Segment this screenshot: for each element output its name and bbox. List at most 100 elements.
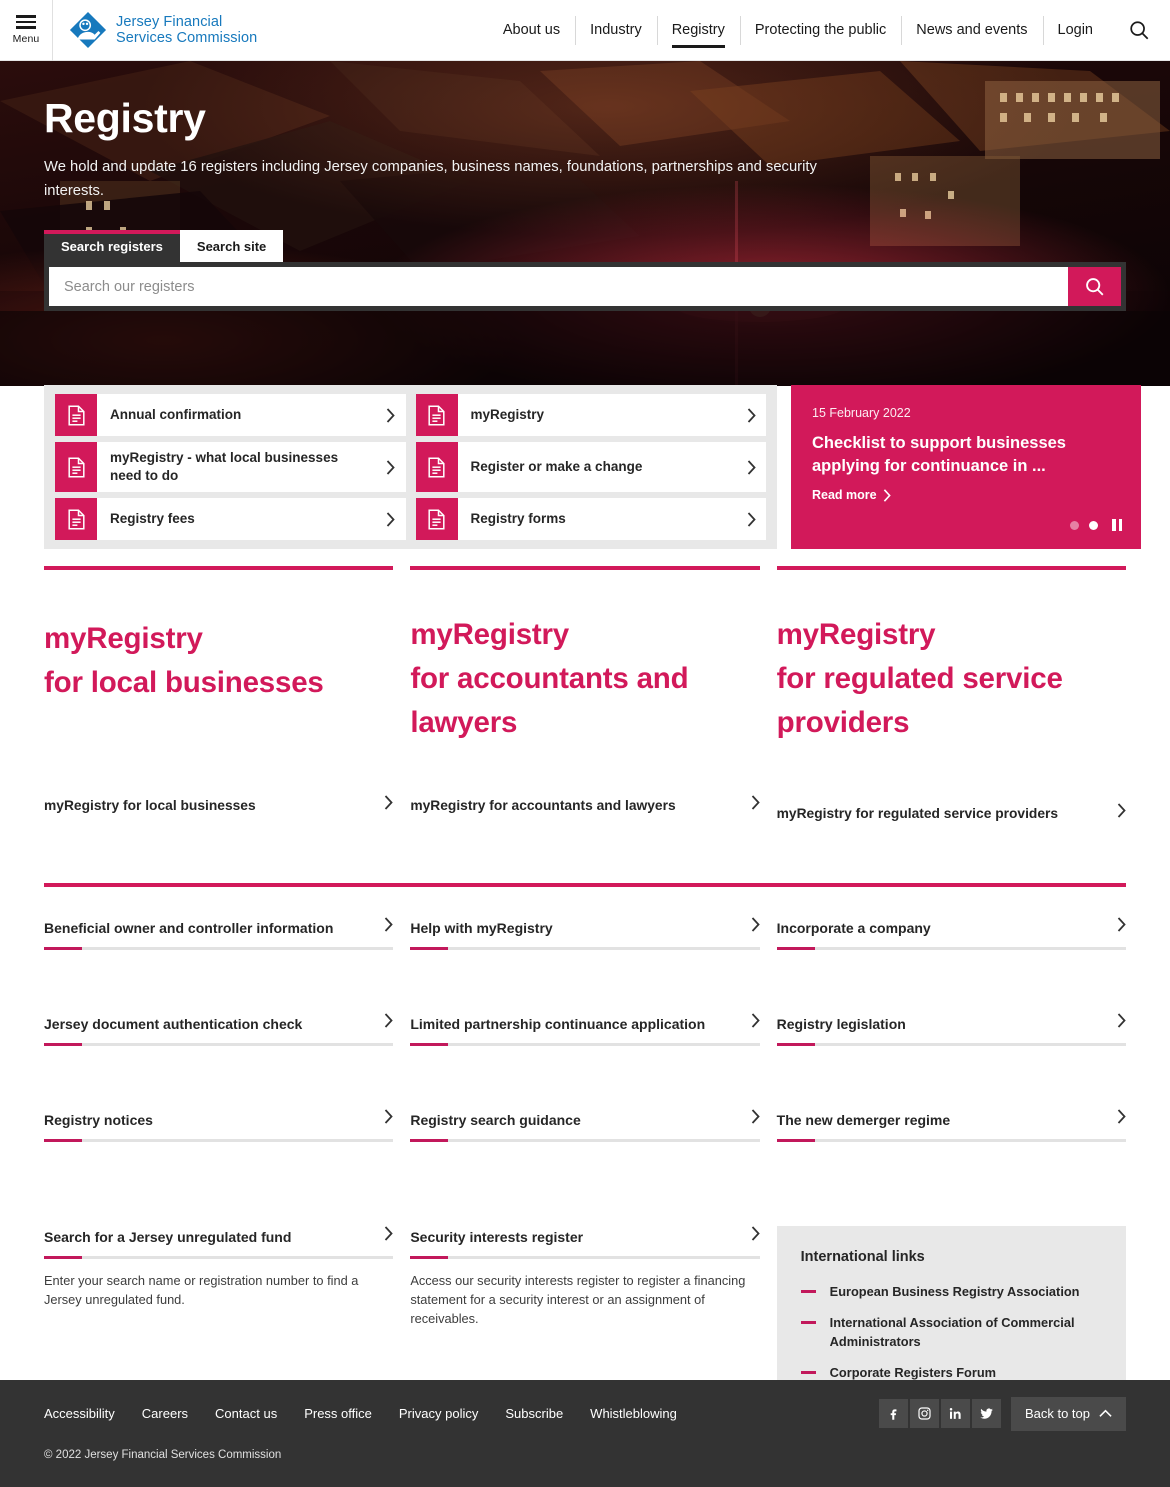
link-card-help-with-myregistry[interactable]: Help with myRegistry [410, 917, 760, 950]
search-submit-button[interactable] [1068, 267, 1121, 306]
promo-rule [44, 566, 394, 570]
link-card-label: Beneficial owner and controller informat… [44, 920, 334, 936]
link-card-the-new-demerger-regime[interactable]: The new demerger regime [776, 1109, 1126, 1142]
page-title: Registry [44, 95, 206, 141]
carousel-controls [1070, 519, 1122, 531]
nav-item-login[interactable]: Login [1042, 0, 1108, 61]
footer-link-privacy-policy[interactable]: Privacy policy [399, 1406, 478, 1421]
quicklink-myregistry-local-businesses[interactable]: myRegistry - what local businesses need … [55, 442, 406, 492]
promo-title: myRegistry for regulated service provide… [776, 618, 1063, 739]
link-card-label: Registry notices [44, 1112, 153, 1128]
promo-local-businesses[interactable]: myRegistry for local businesses myRegist… [44, 566, 394, 824]
link-card-rule [44, 1043, 394, 1046]
promo-rule [776, 566, 1126, 570]
link-card-rule [776, 1043, 1126, 1046]
footer-link-press-office[interactable]: Press office [304, 1406, 372, 1421]
back-to-top-label: Back to top [1024, 1406, 1090, 1421]
pause-icon[interactable] [1112, 519, 1122, 531]
jfsc-logo-icon [69, 11, 107, 49]
promo-link[interactable]: myRegistry for regulated service provide… [777, 777, 1126, 824]
link-card-beneficial-owner-and-controller-information[interactable]: Beneficial owner and controller informat… [44, 917, 394, 950]
promo-link-label: myRegistry for accountants and lawyers [410, 798, 676, 813]
link-card-incorporate-a-company[interactable]: Incorporate a company [776, 917, 1126, 950]
site-logo[interactable]: Jersey Financial Services Commission [69, 11, 257, 49]
chevron-right-icon [1117, 1109, 1126, 1124]
link-card-rule [410, 947, 760, 950]
document-icon [415, 394, 458, 436]
promo-link-label: myRegistry for local businesses [44, 798, 256, 813]
quicklink-label: Registry forms [470, 511, 566, 526]
quicklink-annual-confirmation[interactable]: Annual confirmation [55, 394, 406, 436]
link-card-jersey-document-authentication-check[interactable]: Jersey document authentication check [44, 1013, 394, 1046]
quicklink-registry-fees[interactable]: Registry fees [55, 498, 406, 540]
nav-item-registry[interactable]: Registry [656, 0, 740, 61]
document-icon [415, 442, 458, 492]
dash-icon [800, 1321, 816, 1324]
link-card-description: Access our security interests register t… [410, 1273, 746, 1326]
news-date: 15 February 2022 [812, 406, 911, 420]
instagram-icon[interactable] [909, 1399, 939, 1428]
link-card-label: Jersey document authentication check [44, 1016, 303, 1032]
quicklink-myregistry[interactable]: myRegistry [415, 394, 766, 436]
link-card-registry-legislation[interactable]: Registry legislation [776, 1013, 1126, 1046]
carousel-dot-1[interactable] [1070, 520, 1079, 530]
hamburger-icon [16, 15, 36, 29]
international-link-international-association-of-commercial-administrators[interactable]: International Association of Commercial … [800, 1313, 1102, 1351]
nav-item-industry[interactable]: Industry [575, 0, 657, 61]
link-card-description: Enter your search name or registration n… [44, 1273, 359, 1307]
promo-link[interactable]: myRegistry for local businesses [44, 769, 394, 824]
international-link-label: European Business Registry Association [829, 1284, 1080, 1299]
quicklink-label: myRegistry - what local businesses need … [110, 450, 339, 483]
primary-nav: About us Industry Registry Protecting th… [488, 0, 1108, 61]
site-header: Menu Jersey Financial Services Commissio… [0, 0, 1170, 61]
site-logo-text: Jersey Financial Services Commission [116, 13, 258, 47]
footer-link-subscribe[interactable]: Subscribe [505, 1406, 563, 1421]
quicklink-register-or-make-a-change[interactable]: Register or make a change [415, 442, 766, 492]
header-search-button[interactable] [1108, 0, 1170, 61]
link-card-rule [410, 1256, 760, 1259]
facebook-icon[interactable] [878, 1399, 908, 1428]
link-card-rule [44, 1256, 394, 1259]
link-card-limited-partnership-continuance-application[interactable]: Limited partnership continuance applicat… [410, 1013, 760, 1046]
link-card-registry-search-guidance[interactable]: Registry search guidance [410, 1109, 760, 1142]
promo-title: myRegistry for accountants and lawyers [410, 618, 689, 739]
menu-button[interactable]: Menu [0, 0, 53, 61]
footer-link-whistleblowing[interactable]: Whistleblowing [590, 1406, 677, 1421]
tab-search-site[interactable]: Search site [179, 230, 284, 262]
link-card-rule [776, 1139, 1126, 1142]
quicklink-registry-forms[interactable]: Registry forms [415, 498, 766, 540]
promo-rule [410, 566, 760, 570]
back-to-top-button[interactable]: Back to top [1010, 1396, 1126, 1431]
chevron-right-icon [385, 1226, 394, 1241]
chevron-right-icon [736, 394, 766, 436]
nav-item-about-us[interactable]: About us [488, 0, 575, 61]
news-read-more-link[interactable]: Read more [812, 488, 1120, 502]
carousel-dot-2[interactable] [1089, 520, 1098, 530]
footer-link-contact-us[interactable]: Contact us [215, 1406, 277, 1421]
footer-link-careers[interactable]: Careers [142, 1406, 188, 1421]
chevron-right-icon [385, 1013, 394, 1028]
copyright-text: © 2022 Jersey Financial Services Commiss… [44, 1449, 282, 1461]
link-card-label: The new demerger regime [776, 1112, 951, 1128]
news-carousel-card[interactable]: 15 February 2022 Checklist to support bu… [791, 385, 1141, 549]
chevron-right-icon [385, 917, 394, 932]
linkedin-icon[interactable] [940, 1399, 970, 1428]
quicklink-label: myRegistry [470, 407, 545, 422]
link-card-rule [776, 947, 1126, 950]
international-link-european-business-registry-association[interactable]: European Business Registry Association [800, 1282, 1102, 1301]
search-input[interactable] [49, 267, 1068, 306]
promo-regulated-service-providers[interactable]: myRegistry for regulated service provide… [776, 566, 1126, 824]
news-headline: Checklist to support businesses applying… [812, 434, 1066, 475]
nav-item-protecting-the-public[interactable]: Protecting the public [739, 0, 901, 61]
search-scope-tabs: Search registers Search site [44, 230, 1126, 262]
chevron-right-icon [751, 1013, 760, 1028]
twitter-icon[interactable] [971, 1399, 1001, 1428]
nav-item-news-and-events[interactable]: News and events [901, 0, 1042, 61]
promo-link[interactable]: myRegistry for accountants and lawyers [410, 769, 760, 824]
promo-accountants-lawyers[interactable]: myRegistry for accountants and lawyers m… [410, 566, 760, 824]
quicklink-label: Register or make a change [470, 459, 643, 474]
footer-link-accessibility[interactable]: Accessibility [44, 1406, 115, 1421]
quicklink-label: Annual confirmation [110, 407, 242, 422]
link-card-registry-notices[interactable]: Registry notices [44, 1109, 394, 1142]
tab-search-registers[interactable]: Search registers [44, 230, 180, 262]
